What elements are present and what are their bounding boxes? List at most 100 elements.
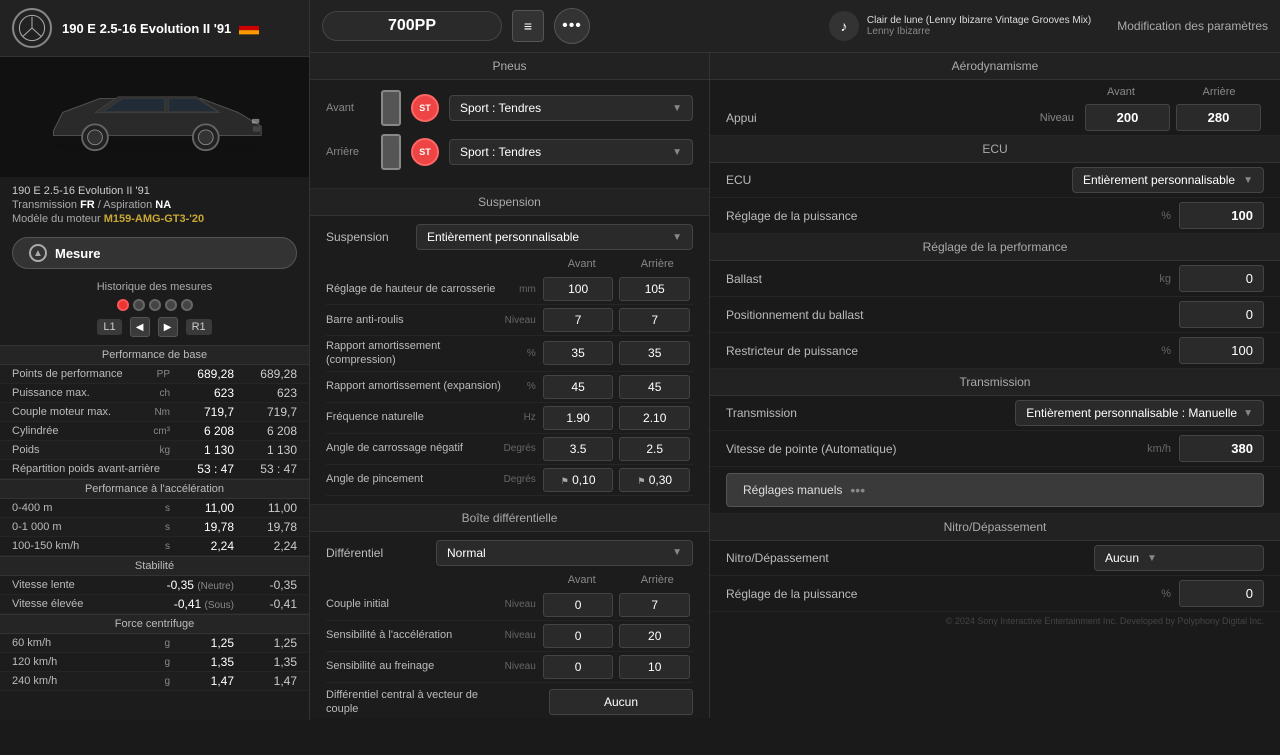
historique-section: Historique des mesures L1 ◀ ▶ R1 xyxy=(0,277,309,345)
susp-param-barre: Barre anti-roulis Niveau 7 7 xyxy=(326,305,693,336)
stat-row-60: 60 km/h g 1,25 1,25 xyxy=(0,634,309,653)
menu-icon-button[interactable]: ≡ xyxy=(512,10,544,42)
amort-exp-arriere-input[interactable]: 45 xyxy=(619,375,690,399)
carrossage-arriere-input[interactable]: 2.5 xyxy=(619,437,690,461)
aero-title: Aérodynamisme xyxy=(710,53,1280,80)
stats-force-title: Force centrifuge xyxy=(0,614,309,634)
diff-header: Différentiel Normal ▼ xyxy=(326,540,693,566)
history-dot-active[interactable] xyxy=(117,299,129,311)
sens-frein-avant-input[interactable]: 0 xyxy=(543,655,614,679)
nitro-puissance-label: Réglage de la puissance xyxy=(726,587,1161,601)
nitro-type-select[interactable]: Aucun ▼ xyxy=(1094,545,1264,571)
manual-settings-button[interactable]: Réglages manuels ••• xyxy=(726,473,1264,507)
freq-arriere-input[interactable]: 2.10 xyxy=(619,406,690,430)
ballast-unit: kg xyxy=(1159,273,1171,285)
nitro-puissance-input[interactable]: 0 xyxy=(1179,580,1264,607)
stat-row-vitesse-elevee: Vitesse élevée -0,41 (Sous) -0,41 xyxy=(0,595,309,614)
ballast-input[interactable]: 0 xyxy=(1179,265,1264,292)
nitro-puissance-row: Réglage de la puissance % 0 xyxy=(710,576,1280,612)
perf-restricteur-row: Restricteur de puissance % 100 xyxy=(710,333,1280,369)
appui-arriere-input[interactable]: 280 xyxy=(1176,104,1261,131)
ecu-puissance-label: Réglage de la puissance xyxy=(726,209,1161,223)
stat-row-100150: 100-150 km/h s 2,24 2,24 xyxy=(0,537,309,556)
stats-area: Performance de base Points de performanc… xyxy=(0,345,309,755)
susp-param-amort-exp: Rapport amortissement (expansion) % 45 4… xyxy=(326,372,693,403)
trans-manual-row: Réglages manuels ••• xyxy=(710,467,1280,514)
stat-row-pp: Points de performance PP 689,28 689,28 xyxy=(0,365,309,384)
freq-avant-input[interactable]: 1.90 xyxy=(543,406,614,430)
tire-avant-select[interactable]: Sport : Tendres ▼ xyxy=(449,95,693,121)
copyright: © 2024 Sony Interactive Entertainment In… xyxy=(710,612,1280,630)
aero-col-arriere: Arrière xyxy=(1174,86,1264,98)
hauteur-arriere-input[interactable]: 105 xyxy=(619,277,690,301)
ecu-title: ECU xyxy=(710,136,1280,163)
amort-comp-arriere-input[interactable]: 35 xyxy=(619,341,690,365)
history-dot-5[interactable] xyxy=(181,299,193,311)
ecu-type-select[interactable]: Entièrement personnalisable ▼ xyxy=(1072,167,1264,193)
vitesse-unit: km/h xyxy=(1147,443,1171,455)
susp-col-avant: Avant xyxy=(546,258,618,270)
barre-arriere-input[interactable]: 7 xyxy=(619,308,690,332)
pos-ballast-input[interactable]: 0 xyxy=(1179,301,1264,328)
appui-avant-input[interactable]: 200 xyxy=(1085,104,1170,131)
puissance-input[interactable]: 100 xyxy=(1179,202,1264,229)
mesure-icon: ▲ xyxy=(29,244,47,262)
perf-ballast-row: Ballast kg 0 xyxy=(710,261,1280,297)
nav-prev-button[interactable]: ◀ xyxy=(130,317,150,337)
barre-avant-input[interactable]: 7 xyxy=(543,308,614,332)
diff-param-sensibilite-frein: Sensibilité au freinage Niveau 0 10 xyxy=(326,652,693,683)
ecu-type-row: ECU Entièrement personnalisable ▼ xyxy=(710,163,1280,198)
tire-arriere-select[interactable]: Sport : Tendres ▼ xyxy=(449,139,693,165)
history-dot-4[interactable] xyxy=(165,299,177,311)
history-dot-2[interactable] xyxy=(133,299,145,311)
diff-param-central: Différentiel central à vecteur de couple… xyxy=(326,683,693,718)
tire-arriere-row: Arrière ST Sport : Tendres ▼ xyxy=(326,134,693,170)
diff-col-arriere: Arrière xyxy=(622,574,694,586)
carrossage-avant-input[interactable]: 3.5 xyxy=(543,437,614,461)
amort-exp-avant-input[interactable]: 45 xyxy=(543,375,614,399)
historique-title: Historique des mesures xyxy=(12,281,297,293)
main-content: 700PP ≡ ••• ♪ Clair de lune (Lenny Ibiza… xyxy=(310,0,1280,720)
suspension-col-headers: Avant Arrière xyxy=(326,258,693,270)
right-panel: Aérodynamisme Avant Arrière Appui Niveau… xyxy=(710,53,1280,718)
pp-bar: 700PP xyxy=(322,11,502,41)
dots-button[interactable]: ••• xyxy=(554,8,590,44)
pincement-arriere-input[interactable]: ⚑ 0,30 xyxy=(619,468,690,492)
couple-arriere-input[interactable]: 7 xyxy=(619,593,690,617)
trans-dropdown-arrow: ▼ xyxy=(1243,408,1253,419)
diff-dropdown-arrow: ▼ xyxy=(672,547,682,558)
mesure-button[interactable]: ▲ Mesure xyxy=(12,237,297,269)
ecu-label: ECU xyxy=(726,173,1072,187)
vitesse-label: Vitesse de pointe (Automatique) xyxy=(726,442,1147,456)
stats-stabilite-title: Stabilité xyxy=(0,556,309,576)
tire-avant-dropdown-arrow: ▼ xyxy=(672,103,682,114)
tires-title: Pneus xyxy=(310,53,709,80)
car-engine: Modèle du moteur M159-AMG-GT3-'20 xyxy=(12,213,297,225)
amort-comp-avant-input[interactable]: 35 xyxy=(543,341,614,365)
pincement-avant-input[interactable]: ⚑ 0,10 xyxy=(543,468,614,492)
diff-type-select[interactable]: Normal ▼ xyxy=(436,540,693,566)
stat-row-120: 120 km/h g 1,35 1,35 xyxy=(0,653,309,672)
sens-accel-arriere-input[interactable]: 20 xyxy=(619,624,690,648)
hauteur-avant-input[interactable]: 100 xyxy=(543,277,614,301)
nav-next-button[interactable]: ▶ xyxy=(158,317,178,337)
history-dot-3[interactable] xyxy=(149,299,161,311)
susp-param-freq: Fréquence naturelle Hz 1.90 2.10 xyxy=(326,403,693,434)
sens-frein-arriere-input[interactable]: 10 xyxy=(619,655,690,679)
diff-area: Différentiel Normal ▼ Avant Arrière Coup… xyxy=(310,532,709,718)
trans-type-select[interactable]: Entièrement personnalisable : Manuelle ▼ xyxy=(1015,400,1264,426)
sens-accel-avant-input[interactable]: 0 xyxy=(543,624,614,648)
music-title: Clair de lune (Lenny Ibizarre Vintage Gr… xyxy=(867,15,1091,26)
restricteur-input[interactable]: 100 xyxy=(1179,337,1264,364)
tires-area: Avant ST Sport : Tendres ▼ Arrière ST Sp… xyxy=(310,80,709,189)
perf-title: Réglage de la performance xyxy=(710,234,1280,261)
aero-appui-label: Appui xyxy=(726,111,1014,125)
vitesse-input[interactable]: 380 xyxy=(1179,435,1264,462)
susp-dropdown-arrow: ▼ xyxy=(672,232,682,243)
suspension-type-select[interactable]: Entièrement personnalisable ▼ xyxy=(416,224,693,250)
diff-central-value: Aucun xyxy=(549,689,693,715)
trans-vitesse-row: Vitesse de pointe (Automatique) km/h 380 xyxy=(710,431,1280,467)
couple-avant-input[interactable]: 0 xyxy=(543,593,614,617)
trans-label: Transmission xyxy=(726,406,1015,420)
perf-pos-ballast-row: Positionnement du ballast 0 xyxy=(710,297,1280,333)
